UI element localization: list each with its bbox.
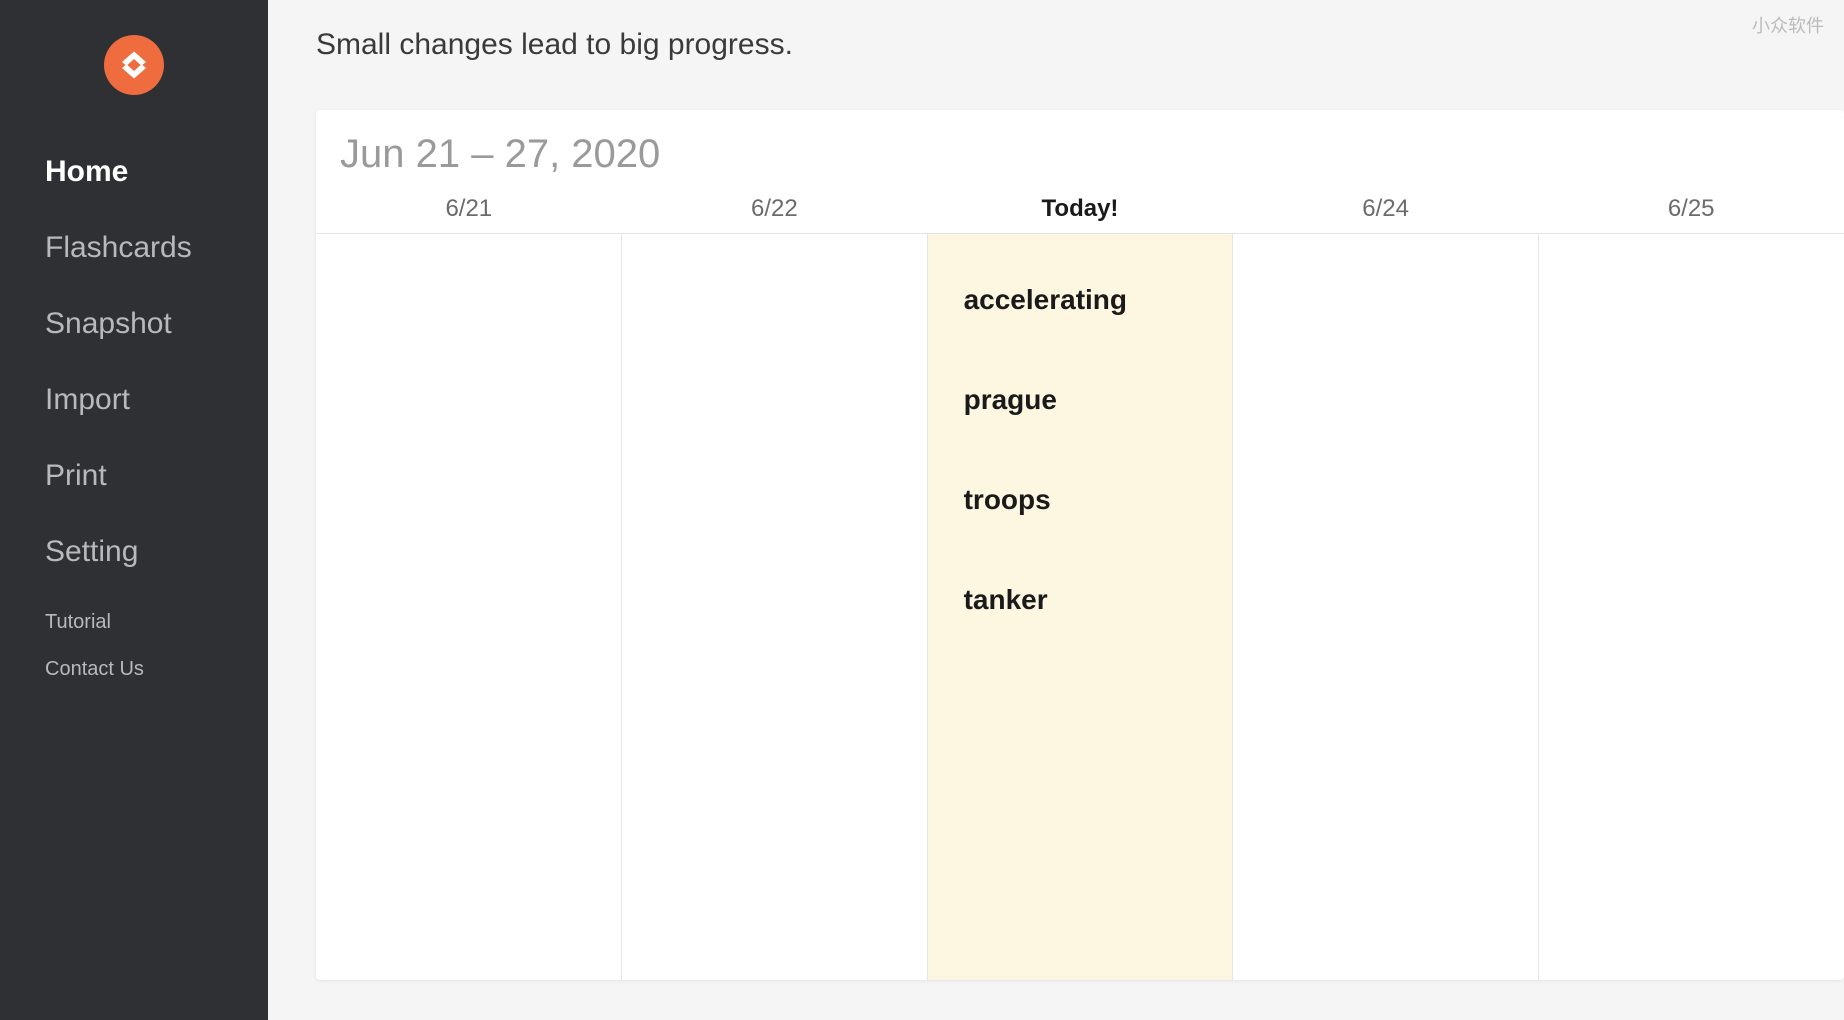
sidebar: Home Flashcards Snapshot Import Print Se… <box>0 0 268 1020</box>
calendar-card: Jun 21 – 27, 2020 6/21 6/22 Today! 6/24 … <box>316 110 1844 980</box>
word-item[interactable]: prague <box>944 384 1217 416</box>
app-logo[interactable] <box>104 35 164 95</box>
sidebar-item-tutorial[interactable]: Tutorial <box>45 611 268 634</box>
day-header-1[interactable]: 6/22 <box>622 195 928 223</box>
date-range: Jun 21 – 27, 2020 <box>340 132 1820 177</box>
word-item[interactable]: troops <box>944 484 1217 516</box>
day-column-1 <box>622 234 928 980</box>
day-header-0[interactable]: 6/21 <box>316 195 622 223</box>
word-item[interactable]: accelerating <box>944 284 1217 316</box>
day-column-4 <box>1539 234 1844 980</box>
calendar-header: Jun 21 – 27, 2020 <box>316 110 1844 195</box>
main-content: 小众软件 Small changes lead to big progress.… <box>268 0 1844 1020</box>
sidebar-item-snapshot[interactable]: Snapshot <box>45 307 268 341</box>
day-column-0 <box>316 234 622 980</box>
day-column-3 <box>1233 234 1539 980</box>
nav-items: Home Flashcards Snapshot Import Print Se… <box>0 155 268 681</box>
word-item[interactable]: tanker <box>944 584 1217 616</box>
day-header-3[interactable]: 6/24 <box>1233 195 1539 223</box>
sidebar-item-flashcards[interactable]: Flashcards <box>45 231 268 265</box>
sidebar-item-contact[interactable]: Contact Us <box>45 658 268 681</box>
day-header-row: 6/21 6/22 Today! 6/24 6/25 <box>316 195 1844 234</box>
sidebar-item-setting[interactable]: Setting <box>45 535 268 569</box>
sidebar-item-import[interactable]: Import <box>45 383 268 417</box>
calendar-body: accelerating prague troops tanker <box>316 234 1844 980</box>
day-column-today: accelerating prague troops tanker <box>928 234 1234 980</box>
tagline: Small changes lead to big progress. <box>268 0 1844 62</box>
day-header-4[interactable]: 6/25 <box>1538 195 1844 223</box>
day-header-today[interactable]: Today! <box>927 195 1233 223</box>
watermark-text: 小众软件 <box>1752 12 1824 38</box>
logo-icon <box>116 47 152 83</box>
sidebar-item-home[interactable]: Home <box>45 155 268 189</box>
sidebar-item-print[interactable]: Print <box>45 459 268 493</box>
logo-container <box>0 35 268 95</box>
